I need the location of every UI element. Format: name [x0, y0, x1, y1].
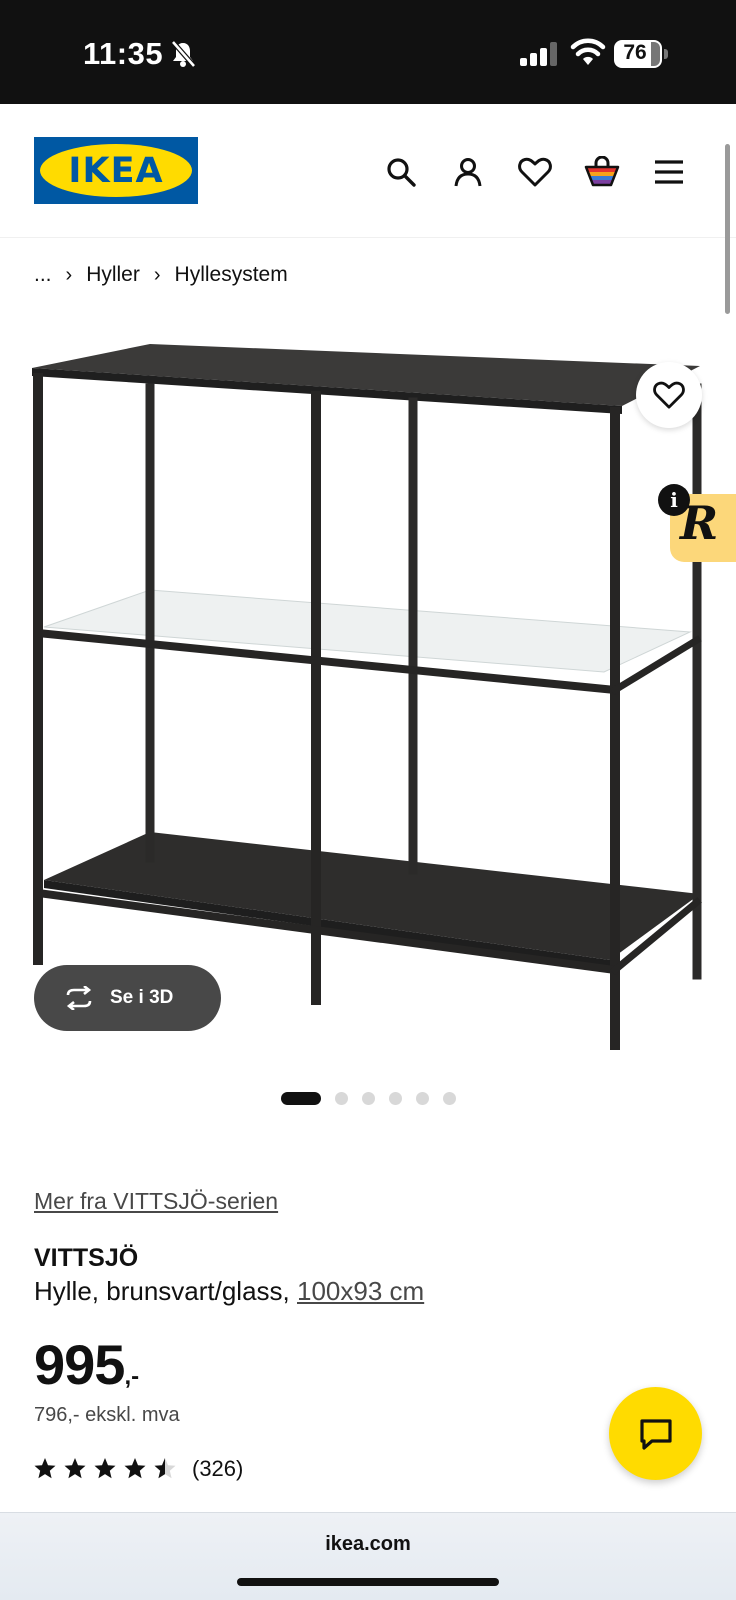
status-time: 11:35: [83, 36, 164, 71]
series-link[interactable]: Mer fra VITTSJÖ-serien: [34, 1188, 278, 1215]
product-description-text: Hylle, brunsvart/glass,: [34, 1276, 290, 1306]
price-ex-vat: 796,- ekskl. mva: [34, 1404, 180, 1426]
battery-percent: 76: [623, 41, 647, 64]
product-size-link[interactable]: 100x93 cm: [297, 1276, 424, 1306]
price-value: 995: [34, 1333, 125, 1396]
status-bar: 11:35 76: [0, 0, 736, 104]
heart-icon[interactable]: [515, 152, 555, 192]
product-name: VITTSJÖ: [34, 1244, 139, 1272]
browser-address-bar[interactable]: ikea.com: [0, 1512, 736, 1600]
save-to-favourites-button[interactable]: [636, 362, 702, 428]
carousel-dot[interactable]: [335, 1092, 348, 1105]
rotate-3d-icon: [66, 986, 92, 1010]
ikea-logo[interactable]: IKEA: [34, 137, 198, 204]
site-header: IKEA: [0, 104, 736, 238]
breadcrumb-item-hyller[interactable]: Hyller: [86, 263, 140, 287]
info-icon[interactable]: i: [658, 484, 690, 516]
profile-icon[interactable]: [448, 152, 488, 192]
chat-icon: [639, 1418, 672, 1450]
price-suffix: ,-: [124, 1363, 140, 1390]
rating-count: (326): [192, 1456, 244, 1481]
chevron-right-icon: ›: [153, 263, 161, 286]
image-carousel-pagination: [281, 1092, 470, 1105]
carousel-dot-active[interactable]: [281, 1092, 321, 1105]
chevron-right-icon: ›: [65, 263, 73, 286]
menu-icon[interactable]: [649, 152, 689, 192]
carousel-dot[interactable]: [416, 1092, 429, 1105]
breadcrumb: ... › Hyller › Hyllesystem: [34, 260, 288, 290]
breadcrumb-item-hyllesystem[interactable]: Hyllesystem: [175, 263, 288, 287]
carousel-dot[interactable]: [362, 1092, 375, 1105]
carousel-dot[interactable]: [443, 1092, 456, 1105]
star-rating-icon: [34, 1458, 176, 1479]
carousel-dot[interactable]: [389, 1092, 402, 1105]
logo-text: IKEA: [68, 151, 164, 191]
chat-button[interactable]: [609, 1387, 702, 1480]
product-rating[interactable]: (326): [34, 1456, 243, 1482]
home-indicator[interactable]: [237, 1578, 499, 1586]
product-description: Hylle, brunsvart/glass, 100x93 cm: [34, 1276, 424, 1307]
heart-icon: [653, 381, 685, 409]
product-image[interactable]: [0, 330, 736, 1060]
browser-url[interactable]: ikea.com: [0, 1533, 736, 1556]
cellular-signal-icon: [520, 42, 557, 66]
search-icon[interactable]: [381, 152, 421, 192]
shopping-bag-icon[interactable]: [582, 152, 622, 192]
wifi-icon: [570, 38, 606, 65]
product-price: 995,-: [34, 1332, 139, 1397]
bell-muted-icon: [171, 40, 196, 68]
view-3d-label: Se i 3D: [110, 987, 174, 1008]
battery-indicator: 76: [614, 40, 668, 68]
page-scrollbar[interactable]: [725, 144, 730, 314]
view-3d-button[interactable]: Se i 3D: [34, 965, 221, 1031]
breadcrumb-ellipsis[interactable]: ...: [34, 263, 52, 287]
